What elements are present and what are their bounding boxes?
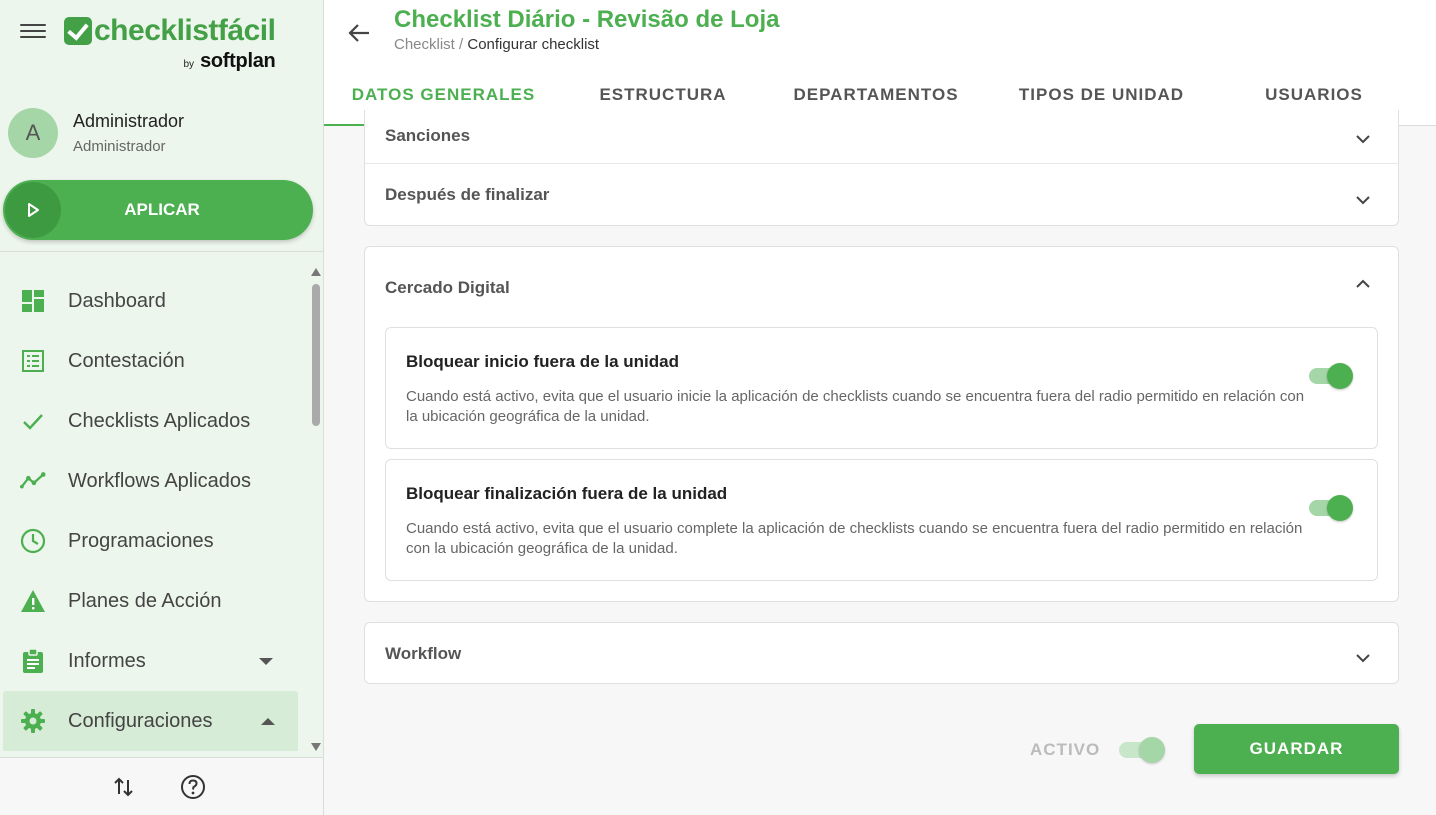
user-role: Administrador	[73, 138, 166, 155]
section-label: Workflow	[385, 644, 462, 663]
sidebar-divider	[0, 251, 323, 252]
chevron-down-icon[interactable]	[1356, 193, 1370, 207]
option-title: Bloquear inicio fuera de la unidad	[406, 352, 679, 371]
section-cercado-digital: Cercado Digital Bloquear inicio fuera de…	[364, 246, 1399, 602]
sidebar-nav: Dashboard Contestación Checklists Aplica…	[0, 271, 306, 751]
warning-icon	[20, 588, 46, 614]
apply-button-label: APLICAR	[124, 200, 200, 219]
page-title: Checklist Diário - Revisão de Loja	[394, 6, 780, 33]
sort-arrows-icon[interactable]	[111, 774, 137, 800]
user-name: Administrador	[73, 111, 185, 131]
sidebar: checklistfácil by softplan A Administrad…	[0, 0, 324, 815]
scroll-up-icon[interactable]	[311, 268, 321, 276]
sidebar-item-contestacion[interactable]: Contestación	[0, 331, 306, 391]
chevron-down-icon[interactable]	[1356, 651, 1370, 665]
chevron-up-icon[interactable]	[1356, 277, 1370, 291]
option-bloquear-inicio: Bloquear inicio fuera de la unidad Cuand…	[385, 327, 1378, 449]
sidebar-item-workflows-aplicados[interactable]: Workflows Aplicados	[0, 451, 306, 511]
chevron-down-icon[interactable]	[1356, 132, 1370, 146]
breadcrumb-separator: /	[459, 36, 464, 53]
sidebar-item-label: Programaciones	[68, 529, 214, 552]
active-toggle[interactable]	[1117, 736, 1165, 764]
sidebar-item-label: Dashboard	[68, 289, 166, 312]
section-label: Cercado Digital	[385, 278, 510, 297]
logo: checklistfácil by softplan	[64, 14, 276, 72]
sidebar-footer	[0, 757, 323, 815]
sidebar-item-planes-de-accion[interactable]: Planes de Acción	[0, 571, 306, 631]
breadcrumb-current: Configurar checklist	[467, 36, 600, 53]
save-button[interactable]: GUARDAR	[1194, 724, 1399, 774]
arrow-left-icon[interactable]	[346, 20, 372, 46]
sidebar-item-label: Configuraciones	[68, 709, 213, 732]
help-icon[interactable]	[180, 774, 206, 800]
sidebar-scrollbar[interactable]	[309, 266, 323, 753]
apply-button[interactable]: APLICAR	[3, 180, 313, 240]
section-label: Después de finalizar	[385, 185, 550, 204]
section-header[interactable]: Cercado Digital	[365, 247, 1398, 327]
breadcrumb-parent[interactable]: Checklist	[394, 36, 455, 53]
option-bloquear-finalizacion: Bloquear finalización fuera de la unidad…	[385, 459, 1378, 581]
toggle-bloquear-inicio[interactable]	[1307, 362, 1353, 389]
logo-brand: softplan	[200, 50, 276, 72]
active-label: ACTIVO	[1030, 740, 1101, 759]
sidebar-item-programaciones[interactable]: Programaciones	[0, 511, 306, 571]
toggle-bloquear-finalizacion[interactable]	[1307, 494, 1353, 521]
sidebar-item-label: Informes	[68, 649, 146, 672]
sidebar-item-informes[interactable]: Informes	[0, 631, 306, 691]
dashboard-icon	[20, 288, 46, 314]
sidebar-item-dashboard[interactable]: Dashboard	[0, 271, 306, 331]
user-profile: A Administrador Administrador	[8, 108, 184, 158]
option-description: Cuando está activo, evita que el usuario…	[406, 520, 1303, 557]
collapsed-sections-card: Sanciones Después de finalizar	[364, 110, 1399, 226]
sidebar-item-label: Contestación	[68, 349, 185, 372]
option-description: Cuando está activo, evita que el usuario…	[406, 388, 1305, 425]
sidebar-item-label: Planes de Acción	[68, 589, 222, 612]
sidebar-item-label: Checklists Aplicados	[68, 409, 251, 432]
hamburger-icon[interactable]	[20, 20, 46, 40]
option-title: Bloquear finalización fuera de la unidad	[406, 484, 728, 503]
list-icon	[20, 348, 46, 374]
avatar: A	[8, 108, 58, 158]
trend-icon	[20, 468, 46, 494]
caret-down-icon	[259, 657, 273, 665]
check-icon	[20, 408, 46, 434]
clock-icon	[20, 528, 46, 554]
page-header: Checklist Diário - Revisão de Loja Check…	[324, 0, 1436, 126]
caret-up-icon	[261, 717, 275, 725]
scroll-down-icon[interactable]	[311, 743, 321, 751]
sidebar-item-configuraciones[interactable]: Configuraciones	[3, 691, 298, 751]
logo-by: by	[183, 59, 195, 70]
logo-text: checklistfácil	[94, 14, 276, 47]
section-despues-de-finalizar[interactable]: Después de finalizar	[365, 165, 1398, 225]
breadcrumb: Checklist / Configurar checklist	[394, 36, 599, 53]
section-label: Sanciones	[385, 126, 471, 145]
sidebar-item-label: Workflows Aplicados	[68, 469, 252, 492]
sidebar-item-checklists-aplicados[interactable]: Checklists Aplicados	[0, 391, 306, 451]
gear-icon	[20, 708, 46, 734]
section-sanciones[interactable]: Sanciones	[365, 126, 1398, 164]
logo-check-icon	[64, 17, 92, 45]
clipboard-icon	[20, 648, 46, 674]
section-workflow[interactable]: Workflow	[364, 622, 1399, 684]
scroll-thumb[interactable]	[312, 284, 320, 426]
